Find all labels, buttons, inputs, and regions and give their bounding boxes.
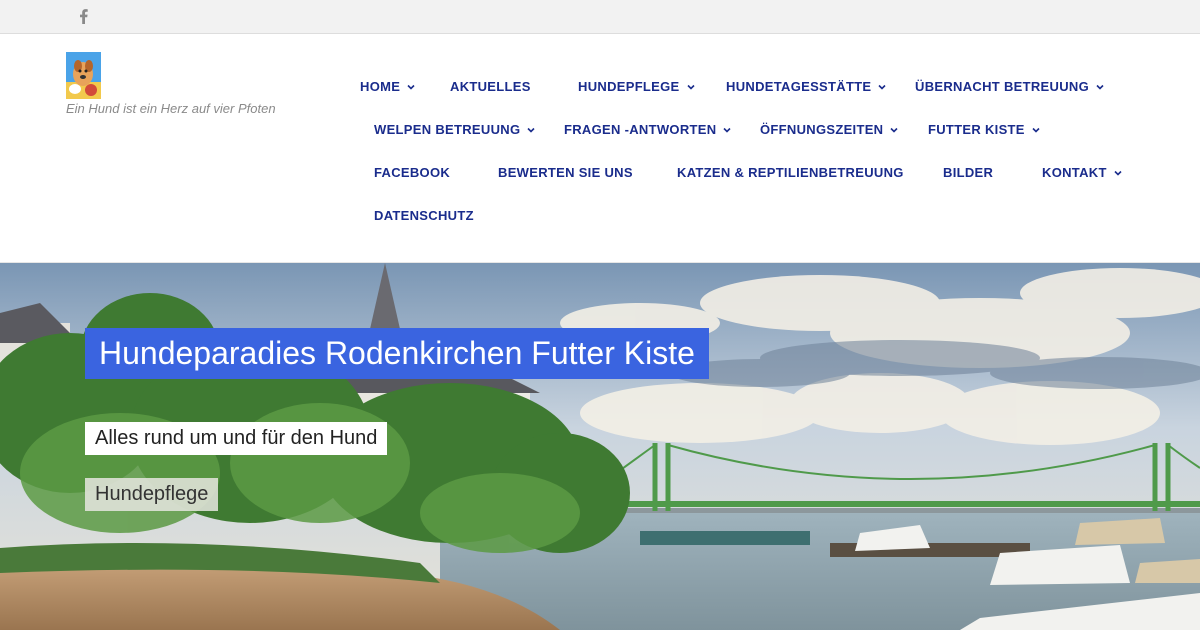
hero-subtitle: Alles rund um und für den Hund [85,422,388,455]
chevron-down-icon [1096,84,1104,90]
nav-item-welpen-betreuung[interactable]: WELPEN BETREUUNG [374,120,536,140]
nav-item-hundepflege[interactable]: HUNDEPFLEGE [578,77,696,97]
chevron-down-icon [407,84,415,90]
nav-item-uebernacht-betreuung[interactable]: ÜBERNACHT BETREUUNG [915,77,1105,97]
nav-item-kontakt[interactable]: KONTAKT [1042,163,1123,183]
nav-item-facebook[interactable]: FACEBOOK [374,163,450,183]
nav-item-fragen-antworten[interactable]: FRAGEN -ANTWORTEN [564,120,732,140]
nav-item-bilder[interactable]: BILDER [943,163,993,183]
nav-item-futter-kiste[interactable]: FUTTER KISTE [928,120,1041,140]
nav-item-hundetagesstaette[interactable]: HUNDETAGESSTÄTTE [726,77,887,97]
chevron-down-icon [686,84,695,90]
nav-item-aktuelles[interactable]: AKTUELLES [450,77,531,97]
hundepflege-button[interactable]: Hundepflege [85,478,219,511]
nav-item-katzen-reptilienbetreuung[interactable]: KATZEN & REPTILIENBETREUUNG [677,163,904,183]
top-bar [0,0,1200,34]
nav-item-datenschutz[interactable]: DATENSCHUTZ [374,206,474,226]
nav-item-home[interactable]: HOME [360,77,416,97]
chevron-down-icon [527,127,535,133]
site-header: Ein Hund ist ein Herz auf vier Pfoten [0,34,1200,263]
chevron-down-icon [890,127,898,133]
hero-title: Hundeparadies Rodenkirchen Futter Kiste [85,328,709,379]
chevron-down-icon [878,84,886,90]
facebook-icon[interactable] [77,7,89,25]
dog-logo-icon[interactable] [66,52,101,99]
chevron-down-icon [1032,127,1040,133]
site-tagline: Ein Hund ist ein Herz auf vier Pfoten [66,101,276,116]
chevron-down-icon [1114,170,1122,176]
chevron-down-icon [723,127,731,133]
nav-item-oeffnungszeiten[interactable]: ÖFFNUNGSZEITEN [760,120,899,140]
nav-item-bewerten-sie-uns[interactable]: BEWERTEN SIE UNS [498,163,633,183]
